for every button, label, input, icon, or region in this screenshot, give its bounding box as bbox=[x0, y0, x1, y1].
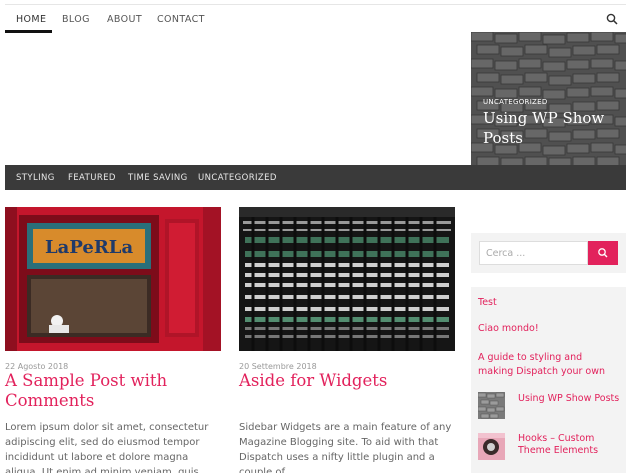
hero-title[interactable]: Using WP Show Posts bbox=[483, 108, 623, 148]
search-button[interactable] bbox=[588, 241, 618, 265]
nav-item-blog[interactable]: BLOG bbox=[62, 14, 90, 25]
search-input[interactable]: Cerca ... bbox=[479, 241, 588, 265]
post-image-mixing-console bbox=[239, 207, 455, 351]
sidebar-recent-posts: Test Ciao mondo! A guide to styling and … bbox=[471, 287, 626, 473]
hero-featured-post[interactable]: UNCATEGORIZED Using WP Show Posts bbox=[471, 32, 626, 165]
nav-item-home[interactable]: HOME bbox=[16, 14, 46, 25]
sidebar-post-title[interactable]: Hooks – Custom Theme Elements bbox=[518, 433, 623, 457]
active-nav-indicator bbox=[5, 30, 52, 33]
post-date: 22 Agosto 2018 bbox=[5, 362, 69, 371]
post-thumbnail[interactable] bbox=[239, 207, 455, 351]
hero-category[interactable]: UNCATEGORIZED bbox=[483, 98, 548, 106]
post-excerpt: Lorem ipsum dolor sit amet, consectetur … bbox=[5, 422, 209, 473]
category-bar: STYLING FEATURED TIME SAVING UNCATEGORIZ… bbox=[5, 165, 626, 190]
post-thumbnail[interactable]: LaPeRLa bbox=[5, 207, 221, 351]
main-navigation: HOME BLOG ABOUT CONTACT bbox=[5, 4, 626, 33]
sidebar-search-widget: Cerca ... bbox=[471, 233, 626, 273]
category-featured[interactable]: FEATURED bbox=[68, 173, 116, 183]
search-icon[interactable] bbox=[606, 13, 618, 25]
category-time-saving[interactable]: TIME SAVING bbox=[128, 173, 188, 183]
post-date: 20 Settembre 2018 bbox=[239, 362, 317, 371]
nav-item-about[interactable]: ABOUT bbox=[107, 14, 142, 25]
nav-item-contact[interactable]: CONTACT bbox=[157, 14, 205, 25]
post-excerpt: Sidebar Widgets are a main feature of an… bbox=[239, 422, 452, 473]
post-title[interactable]: A Sample Post with Comments bbox=[5, 371, 221, 411]
category-uncategorized[interactable]: UNCATEGORIZED bbox=[198, 173, 277, 183]
search-icon bbox=[598, 248, 608, 258]
sidebar-post-thumbnail[interactable] bbox=[478, 392, 505, 419]
sidebar-link[interactable]: Test bbox=[478, 296, 497, 310]
category-styling[interactable]: STYLING bbox=[16, 173, 55, 183]
sidebar-link[interactable]: A guide to styling and making Dispatch y… bbox=[478, 351, 608, 379]
thumb-image-bricks bbox=[478, 392, 505, 419]
sidebar-post-thumbnail[interactable] bbox=[478, 433, 505, 460]
post-image-shopfront: LaPeRLa bbox=[5, 207, 221, 351]
sidebar-post-title[interactable]: Using WP Show Posts bbox=[518, 393, 623, 405]
sidebar-link[interactable]: Ciao mondo! bbox=[478, 322, 539, 336]
thumb-image-hooks bbox=[478, 433, 505, 460]
post-title[interactable]: Aside for Widgets bbox=[239, 371, 455, 391]
svg-text:LaPeRLa: LaPeRLa bbox=[45, 237, 133, 258]
